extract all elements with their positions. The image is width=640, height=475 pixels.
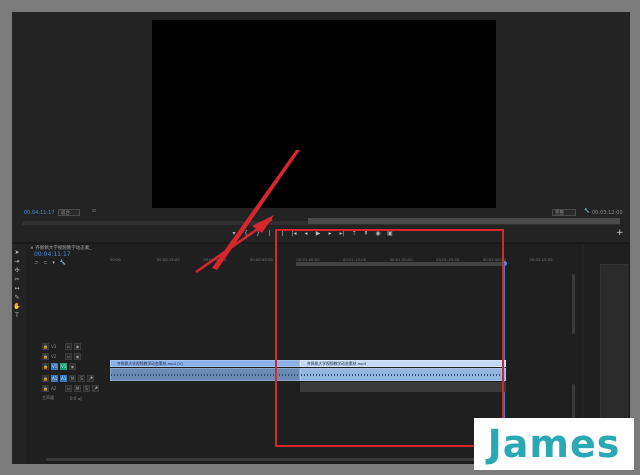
audio-waveform: [111, 374, 299, 376]
sync-lock-icon[interactable]: ▫: [65, 384, 72, 392]
ruler-tick: 00:00:15:00: [156, 257, 180, 262]
pen-tool-icon[interactable]: ✎: [12, 293, 22, 302]
track-label: V3: [51, 343, 57, 349]
program-monitor-panel: 00:04:11:17 适合 ⊡ 完整 🔧 00:03:12:00 ▾ { } …: [12, 12, 630, 242]
track-header-a2: 🔒 A2 ▫ M S 🎤: [26, 384, 112, 392]
zoom-fit-label: 适合: [61, 211, 70, 216]
marker-icon[interactable]: ▾: [230, 230, 238, 238]
mute-icon[interactable]: M: [69, 374, 76, 382]
add-button[interactable]: +: [616, 228, 624, 238]
watermark-text: James: [487, 422, 621, 466]
settings-icon[interactable]: ⊡: [92, 209, 96, 214]
track-header-v1: 🔒 V1 V1 ◉: [26, 362, 112, 370]
source-patch-a1[interactable]: A1: [51, 374, 58, 382]
track-lock-icon[interactable]: 🔒: [42, 384, 49, 392]
track-lock-icon[interactable]: 🔒: [42, 352, 49, 360]
timeline-tool-row: ⊃ ⊂ ▾ 🔧: [34, 260, 66, 266]
playback-quality-dropdown[interactable]: 完整: [552, 209, 576, 216]
mute-icon[interactable]: M: [74, 384, 81, 392]
master-value[interactable]: 0.0: [70, 396, 76, 401]
sync-lock-icon[interactable]: ▫: [65, 352, 72, 360]
ruler-tick: 00:00: [110, 257, 121, 262]
solo-icon[interactable]: S: [83, 384, 90, 392]
video-clip-v1-a[interactable]: 齐佩佩大学视频教学动态素材.mp4 [V]: [110, 360, 300, 367]
ruler-tick: 00:02:15:00: [529, 257, 553, 262]
playhead-line: [504, 266, 505, 426]
track-select-icon[interactable]: ⇥: [12, 257, 22, 266]
track-header-a1: 🔒 A1 A1 M S 🎤: [26, 374, 112, 382]
monitor-zoom-scrollbar[interactable]: [308, 218, 620, 224]
master-end-icon: ▸|: [78, 395, 82, 401]
in-point-icon[interactable]: {: [242, 230, 250, 238]
razor-tool-icon[interactable]: ✂: [12, 275, 22, 284]
tools-panel: ➤ ⇥ ✣ ✂ ↔ ✎ ✋ T: [12, 248, 24, 328]
playback-quality-label: 完整: [555, 211, 564, 216]
selection-tool-icon[interactable]: ➤: [12, 248, 22, 257]
highlight-rectangle: [275, 229, 504, 447]
snap-icon[interactable]: ⊃: [34, 260, 38, 266]
james-logo-watermark: James: [474, 418, 634, 470]
track-header-v3: 🔒 V3 ▫ ◉: [26, 342, 112, 350]
eye-icon[interactable]: ◉: [69, 362, 76, 370]
eye-icon[interactable]: ◉: [74, 342, 81, 350]
audio-clip-a1-a[interactable]: [110, 368, 300, 381]
microphone-icon[interactable]: 🎤: [87, 374, 94, 382]
zoom-fit-dropdown[interactable]: 适合: [58, 209, 80, 216]
add-marker-icon[interactable]: ▾: [52, 260, 55, 266]
ripple-edit-icon[interactable]: ✣: [12, 266, 22, 275]
track-header-master: 主声道 0.0 ▸|: [26, 394, 112, 402]
slip-tool-icon[interactable]: ↔: [12, 284, 22, 293]
type-tool-icon[interactable]: T: [12, 311, 22, 320]
video-clip-label: 齐佩佩大学视频教学动态素材.mp4 [V]: [117, 361, 183, 366]
eye-icon[interactable]: ◉: [74, 352, 81, 360]
track-lock-icon[interactable]: 🔒: [42, 374, 49, 382]
timeline-timecode[interactable]: 00:04:11:17: [34, 251, 71, 258]
track-target-a1[interactable]: A1: [60, 374, 67, 382]
linked-selection-icon[interactable]: ⊂: [43, 260, 47, 266]
track-lock-icon[interactable]: 🔒: [42, 342, 49, 350]
program-monitor-video[interactable]: [152, 20, 496, 208]
program-timecode[interactable]: 00:04:11:17: [24, 210, 55, 216]
track-label: V2: [51, 353, 57, 359]
program-duration: 00:03:12:00: [592, 210, 623, 216]
wrench-icon[interactable]: 🔧: [584, 209, 590, 214]
track-header-v2: 🔒 V2 ▫ ◉: [26, 352, 112, 360]
hand-tool-icon[interactable]: ✋: [12, 302, 22, 311]
out-point-icon[interactable]: }: [254, 230, 262, 238]
track-label: A2: [51, 385, 57, 391]
track-target-v1[interactable]: V1: [60, 362, 67, 370]
master-label: 主声道: [42, 395, 54, 400]
source-patch-v1[interactable]: V1: [51, 362, 58, 370]
sync-lock-icon[interactable]: ▫: [65, 342, 72, 350]
ruler-tick: 00:00:30:00: [203, 257, 227, 262]
track-lock-icon[interactable]: 🔒: [42, 362, 49, 370]
solo-icon[interactable]: S: [78, 374, 85, 382]
timeline-settings-icon[interactable]: 🔧: [60, 260, 66, 266]
go-to-in-icon[interactable]: ⌈: [266, 230, 274, 238]
video-track-scrollbar[interactable]: [572, 274, 575, 334]
microphone-icon[interactable]: 🎤: [92, 384, 99, 392]
